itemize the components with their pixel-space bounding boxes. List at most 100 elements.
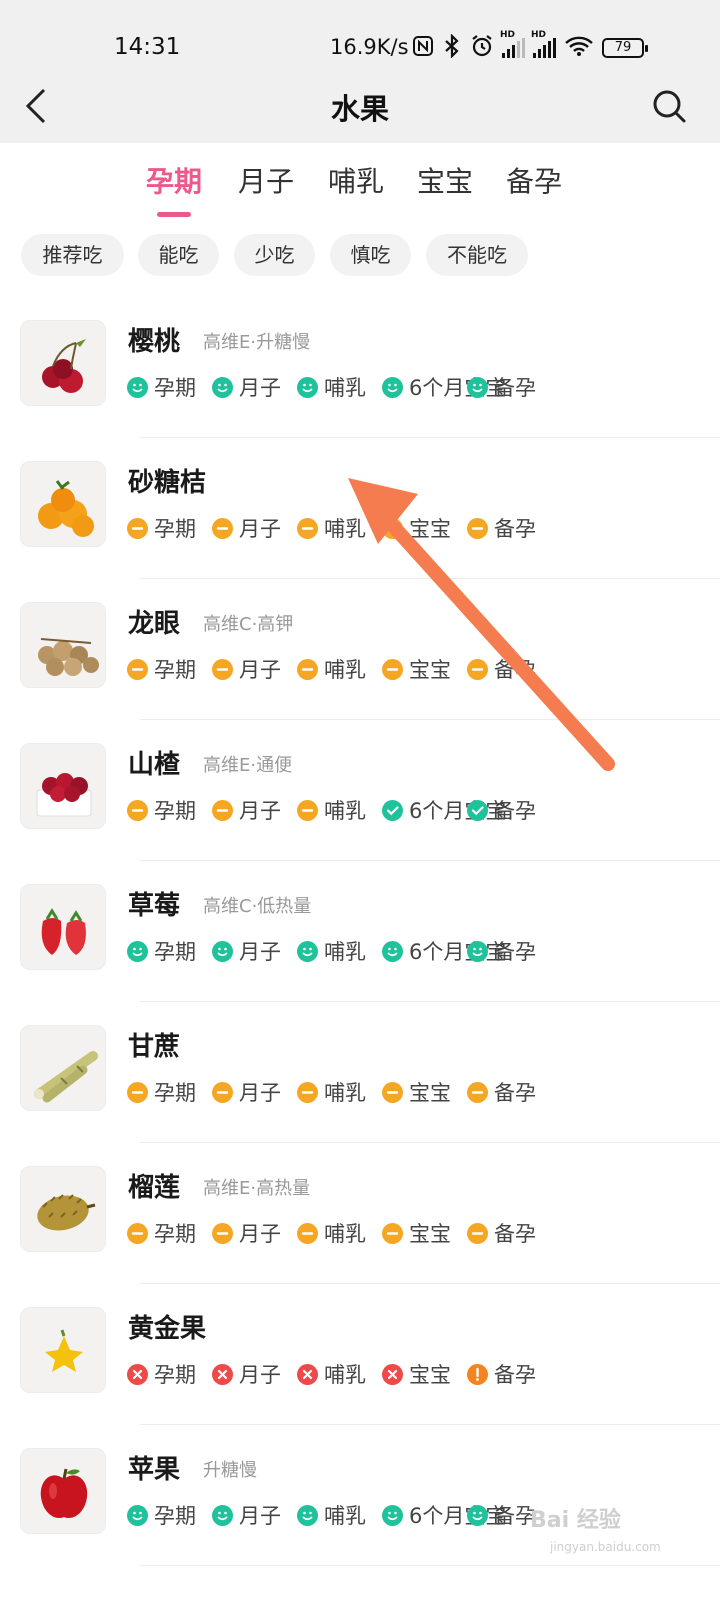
search-button[interactable] — [647, 84, 691, 128]
status-item: 月子 — [212, 1078, 281, 1106]
smile-icon — [127, 940, 148, 962]
chip-cannot-eat[interactable]: 不能吃 — [426, 234, 528, 276]
food-tagline: 高维E·升糖慢 — [203, 332, 311, 353]
smile-icon — [212, 1504, 233, 1526]
tab-postpartum[interactable]: 月子 — [238, 160, 294, 200]
food-row[interactable]: 山楂 高维E·通便 孕期 月子 哺乳 6个月宝宝 备孕 — [0, 720, 720, 861]
status-label: 孕期 — [154, 1363, 196, 1387]
tab-breastfeeding[interactable]: 哺乳 — [328, 160, 384, 200]
cross-icon — [297, 1363, 318, 1385]
minus-icon — [297, 1081, 318, 1103]
status-item: 哺乳 — [297, 1078, 366, 1106]
minus-icon — [382, 517, 403, 539]
status-item: 月子 — [212, 1219, 281, 1247]
wifi-icon — [564, 35, 594, 61]
status-item: 宝宝 — [382, 1219, 451, 1247]
status-label: 孕期 — [154, 517, 196, 541]
minus-icon — [297, 658, 318, 680]
food-name: 樱桃 — [128, 327, 181, 357]
check-icon — [467, 799, 488, 821]
status-item: 哺乳 — [297, 796, 366, 824]
food-row[interactable]: 草莓 高维C·低热量 孕期 月子 哺乳 6个月宝宝 备孕 — [0, 861, 720, 1002]
status-item: 备孕 — [467, 655, 536, 683]
minus-icon — [297, 517, 318, 539]
status-item: 哺乳 — [297, 1360, 366, 1388]
chip-can-eat[interactable]: 能吃 — [138, 234, 219, 276]
filter-chips: 推荐吃 能吃 少吃 慎吃 不能吃 — [0, 234, 720, 278]
nfc-icon — [412, 35, 434, 61]
status-item: 孕期 — [127, 796, 196, 824]
tab-pregnancy[interactable]: 孕期 — [146, 160, 202, 200]
status-label: 备孕 — [494, 1081, 536, 1105]
stage-tabs: 孕期 月子 哺乳 宝宝 备孕 — [0, 150, 720, 220]
food-name: 苹果 — [128, 1455, 181, 1485]
battery-icon: 79 — [602, 38, 648, 58]
status-label: 月子 — [239, 658, 281, 682]
food-row[interactable]: 甘蔗 孕期 月子 哺乳 宝宝 备孕 — [0, 1002, 720, 1143]
minus-icon — [212, 517, 233, 539]
status-item: 宝宝 — [382, 1360, 451, 1388]
smile-icon — [297, 1504, 318, 1526]
status-item: 月子 — [212, 1360, 281, 1388]
status-item: 哺乳 — [297, 937, 366, 965]
status-item: 月子 — [212, 796, 281, 824]
minus-icon — [382, 658, 403, 680]
food-row[interactable]: 榴莲 高维E·高热量 孕期 月子 哺乳 宝宝 备孕 — [0, 1143, 720, 1284]
tab-preconception[interactable]: 备孕 — [506, 160, 562, 200]
status-label: 哺乳 — [324, 658, 366, 682]
status-label: 备孕 — [494, 658, 536, 682]
status-label: 月子 — [239, 1363, 281, 1387]
chip-recommended[interactable]: 推荐吃 — [21, 234, 124, 276]
smile-icon — [467, 1504, 488, 1526]
status-item: 备孕 — [467, 514, 536, 542]
food-name: 榴莲 — [128, 1173, 181, 1203]
page-title: 水果 — [330, 92, 389, 126]
minus-icon — [127, 517, 148, 539]
food-row[interactable]: 砂糖桔 孕期 月子 哺乳 宝宝 备孕 — [0, 438, 720, 579]
status-label: 月子 — [239, 1081, 281, 1105]
food-row[interactable]: 樱桃 高维E·升糖慢 孕期 月子 哺乳 6个月宝宝 备孕 — [0, 297, 720, 438]
food-image — [20, 461, 106, 547]
status-label: 宝宝 — [409, 658, 451, 682]
status-item: 宝宝 — [382, 514, 451, 542]
status-item: 备孕 — [467, 1501, 536, 1529]
status-label: 月子 — [239, 1504, 281, 1528]
minus-icon — [127, 658, 148, 680]
smile-icon — [382, 940, 403, 962]
chip-careful[interactable]: 慎吃 — [330, 234, 411, 276]
status-item: 孕期 — [127, 1078, 196, 1106]
status-label: 备孕 — [494, 799, 536, 823]
tab-baby[interactable]: 宝宝 — [417, 160, 473, 200]
status-item: 月子 — [212, 514, 281, 542]
food-image — [20, 1448, 106, 1534]
title-bar: 水果 — [0, 72, 720, 142]
minus-icon — [212, 799, 233, 821]
status-label: 月子 — [239, 940, 281, 964]
status-label: 哺乳 — [324, 1222, 366, 1246]
status-label: 月子 — [239, 517, 281, 541]
food-image — [20, 1025, 106, 1111]
status-label: 备孕 — [494, 517, 536, 541]
status-item: 孕期 — [127, 1360, 196, 1388]
food-row[interactable]: 龙眼 高维C·高钾 孕期 月子 哺乳 宝宝 备孕 — [0, 579, 720, 720]
food-image — [20, 1307, 106, 1393]
status-label: 哺乳 — [324, 376, 366, 400]
status-label: 哺乳 — [324, 799, 366, 823]
chip-eat-less[interactable]: 少吃 — [234, 234, 315, 276]
smile-icon — [212, 376, 233, 398]
cross-icon — [212, 1363, 233, 1385]
minus-icon — [212, 658, 233, 680]
food-tagline: 高维E·高热量 — [203, 1178, 311, 1199]
food-row[interactable]: 黄金果 孕期 月子 哺乳 宝宝 备孕 — [0, 1284, 720, 1425]
status-label: 哺乳 — [324, 1363, 366, 1387]
signal-hd-icon: HD — [531, 30, 556, 58]
exclamation-icon — [467, 1363, 488, 1385]
status-label: 宝宝 — [409, 1363, 451, 1387]
bluetooth-icon — [442, 33, 462, 62]
food-name: 龙眼 — [128, 609, 181, 639]
minus-icon — [382, 1222, 403, 1244]
smile-icon — [212, 940, 233, 962]
food-tagline: 高维C·低热量 — [203, 896, 312, 917]
food-name: 砂糖桔 — [128, 468, 207, 498]
food-image — [20, 602, 106, 688]
